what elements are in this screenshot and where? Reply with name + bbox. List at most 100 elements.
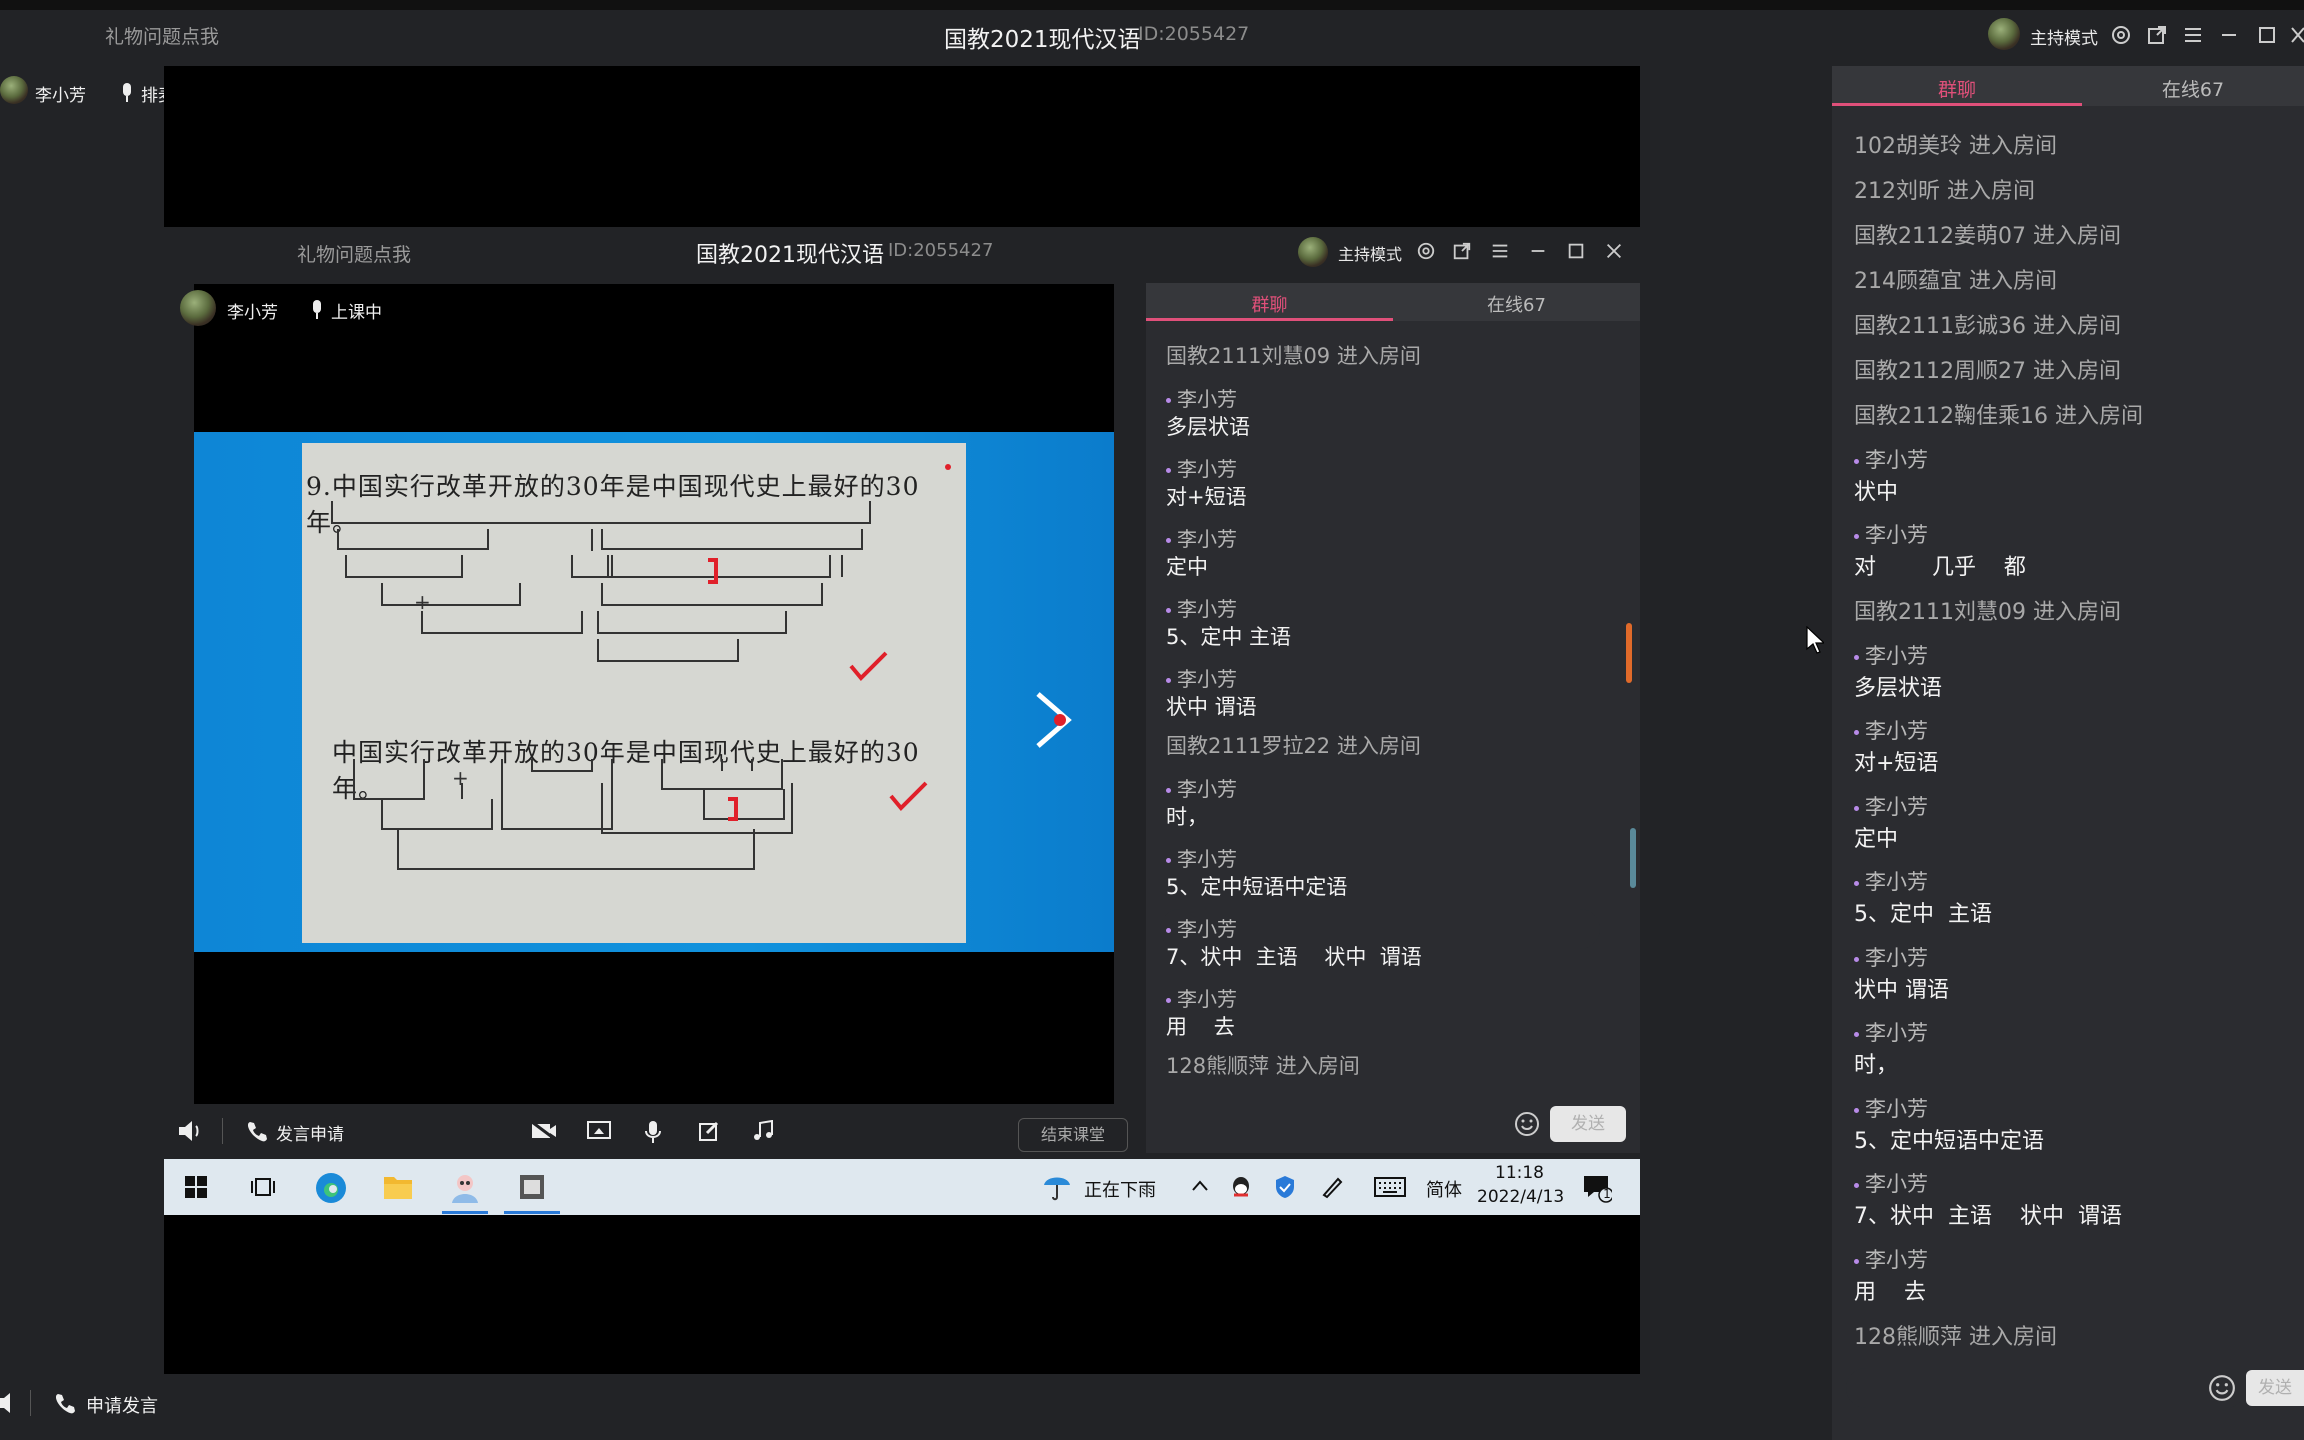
- inner-msg-sender: 李小芳: [1166, 453, 1237, 482]
- inner-msg-text: 对+短语: [1166, 485, 1247, 509]
- edit-icon[interactable]: [698, 1120, 720, 1142]
- inner-msg-text: 状中 谓语: [1166, 695, 1257, 719]
- outer-divider: [30, 1390, 31, 1416]
- outer-chat-input[interactable]: [1846, 1368, 2246, 1408]
- inner-minimize-icon[interactable]: [1528, 241, 1548, 261]
- inner-msg-sender: 李小芳: [1166, 593, 1237, 622]
- microphone-icon[interactable]: [643, 1120, 663, 1144]
- inner-msg-text: 多层状语: [1166, 415, 1250, 439]
- weather-label[interactable]: 正在下雨: [1084, 1176, 1156, 1202]
- mic-icon: [120, 82, 134, 104]
- outer-emoji-icon[interactable]: [2208, 1374, 2236, 1402]
- outer-msg-sender: 李小芳: [1854, 519, 1928, 549]
- checkmark-icon-2: [888, 780, 928, 812]
- gift-help-link[interactable]: 礼物问题点我: [105, 22, 219, 49]
- inner-msg-sender: 李小芳: [1166, 773, 1237, 802]
- chevron-up-icon[interactable]: [1190, 1177, 1210, 1195]
- inner-msg-text: 时，: [1166, 805, 1208, 829]
- plus-mark-2: +: [452, 766, 469, 790]
- host-mode-label[interactable]: 主持模式: [2030, 24, 2098, 49]
- maximize-icon[interactable]: [2256, 24, 2278, 46]
- shield-icon[interactable]: [1274, 1175, 1296, 1199]
- outer-msg-system: 国教2112姜萌07 进入房间: [1854, 224, 2121, 249]
- inner-mic-icon: [310, 299, 324, 321]
- inner-send-button[interactable]: 发送: [1550, 1106, 1626, 1142]
- end-class-button[interactable]: 结束课堂: [1018, 1118, 1128, 1152]
- file-explorer-icon[interactable]: [382, 1173, 414, 1201]
- outer-send-button[interactable]: 发送: [2246, 1370, 2304, 1406]
- inner-msg-text: 用 去: [1166, 1015, 1235, 1039]
- divider: [222, 1118, 223, 1144]
- outer-msg-sender: 李小芳: [1854, 444, 1928, 474]
- menu-icon[interactable]: [2182, 24, 2204, 46]
- inner-emoji-icon[interactable]: [1514, 1111, 1540, 1137]
- outer-msg-text: 对+短语: [1854, 751, 1939, 776]
- outer-msg-system: 国教2111彭诚36 进入房间: [1854, 314, 2121, 339]
- inner-close-icon[interactable]: [1604, 241, 1624, 261]
- inner-popout-icon[interactable]: [1452, 241, 1472, 261]
- inner-tab-group-chat[interactable]: 群聊: [1146, 291, 1393, 317]
- outer-msg-text: 用 去: [1854, 1280, 1926, 1305]
- inner-maximize-icon[interactable]: [1566, 241, 1586, 261]
- clock-date[interactable]: 2022/4/13: [1477, 1187, 1564, 1207]
- inner-msg-system: 国教2111刘慧09 进入房间: [1166, 344, 1421, 368]
- outer-titlebar: 礼物问题点我 国教2021现代汉语 ID:2055427 主持模式: [0, 10, 2304, 66]
- inner-msg-text: 5、定中 主语: [1166, 625, 1292, 649]
- task-view-icon[interactable]: [250, 1175, 276, 1199]
- inner-msg-sender: 李小芳: [1166, 843, 1237, 872]
- speaker-volume-icon[interactable]: [176, 1118, 204, 1144]
- popout-icon[interactable]: [2146, 24, 2168, 46]
- host-avatar: [1988, 18, 2020, 50]
- pen-tray-icon[interactable]: [1320, 1175, 1344, 1199]
- gear-icon[interactable]: [2110, 24, 2132, 46]
- class-window-icon[interactable]: [518, 1173, 546, 1201]
- page-title: 国教2021现代汉语: [944, 27, 1141, 53]
- close-icon[interactable]: [2290, 24, 2304, 46]
- outer-msg-text: 多层状语: [1854, 676, 1943, 701]
- umbrella-weather-icon[interactable]: [1042, 1171, 1072, 1203]
- screen-share-icon[interactable]: [586, 1120, 612, 1142]
- outer-msg-sender: 李小芳: [1854, 1244, 1928, 1274]
- outer-apply-speak-button[interactable]: 申请发言: [86, 1392, 158, 1418]
- outer-msg-sender: 李小芳: [1854, 715, 1928, 745]
- next-slide-arrow-icon[interactable]: [1032, 690, 1078, 750]
- inner-msg-system: 国教2111罗拉22 进入房间: [1166, 734, 1421, 758]
- inner-chat-scroll-marker: [1630, 828, 1636, 888]
- outer-tab-online[interactable]: 在线67: [2082, 75, 2304, 102]
- keyboard-icon[interactable]: [1374, 1177, 1406, 1197]
- inner-msg-system: 128熊顺萍 进入房间: [1166, 1054, 1360, 1078]
- outer-msg-sender: 李小芳: [1854, 866, 1928, 896]
- room-id: ID:2055427: [1138, 23, 1250, 45]
- outer-tab-group-chat[interactable]: 群聊: [1832, 75, 2082, 102]
- qq-tray-icon[interactable]: [1230, 1175, 1252, 1199]
- inner-chat-scrollbar[interactable]: [1626, 623, 1632, 683]
- camera-off-icon[interactable]: [530, 1120, 558, 1142]
- classroom-app-icon[interactable]: [448, 1171, 482, 1205]
- notification-count: 1: [1603, 1187, 1611, 1201]
- apply-speak-button[interactable]: 发言申请: [276, 1120, 344, 1145]
- edge-browser-icon[interactable]: [314, 1171, 348, 1205]
- outer-top-strip: [0, 0, 2304, 10]
- sentence-analysis-diagram: + +: [331, 464, 951, 870]
- outer-volume-icon[interactable]: [0, 1392, 12, 1414]
- outer-msg-text: 定中: [1854, 827, 1899, 852]
- outer-msg-sender: 李小芳: [1854, 791, 1928, 821]
- active-app-indicator-2: [504, 1211, 560, 1214]
- windows-start-icon[interactable]: [184, 1175, 208, 1199]
- inner-host-mode-label[interactable]: 主持模式: [1338, 241, 1402, 265]
- active-app-indicator: [442, 1211, 488, 1214]
- speaker-avatar: [0, 76, 28, 104]
- inner-menu-icon[interactable]: [1490, 241, 1510, 261]
- outer-tab-underline: [1832, 103, 2082, 106]
- outer-msg-system: 国教2111刘慧09 进入房间: [1854, 600, 2121, 625]
- clock-time[interactable]: 11:18: [1495, 1163, 1544, 1183]
- music-icon[interactable]: [752, 1120, 774, 1142]
- inner-msg-sender: 李小芳: [1166, 983, 1237, 1012]
- inner-gear-icon[interactable]: [1416, 241, 1436, 261]
- outer-msg-sender: 李小芳: [1854, 1168, 1928, 1198]
- inner-tab-online[interactable]: 在线67: [1393, 291, 1640, 317]
- minimize-icon[interactable]: [2218, 24, 2240, 46]
- outer-msg-system: 212刘昕 进入房间: [1854, 179, 2035, 204]
- inner-gift-help-link[interactable]: 礼物问题点我: [297, 240, 411, 267]
- ime-label[interactable]: 简体: [1426, 1176, 1462, 1202]
